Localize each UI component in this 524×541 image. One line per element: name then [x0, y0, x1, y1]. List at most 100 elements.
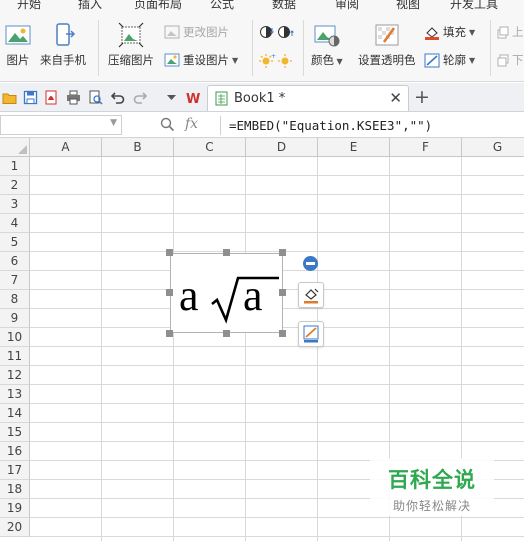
row-header[interactable]: 17 [0, 461, 30, 480]
row-header[interactable]: 7 [0, 271, 30, 290]
select-all-corner[interactable] [0, 138, 30, 157]
close-tab-icon[interactable]: ✕ [389, 89, 402, 107]
resize-handle-bottom-left[interactable] [166, 330, 173, 337]
picture-icon [5, 25, 31, 45]
redo-icon[interactable] [133, 90, 148, 105]
row-header[interactable]: 4 [0, 214, 30, 233]
ribbon-divider [252, 20, 253, 76]
tab-page-layout[interactable]: 页面布局 [134, 0, 182, 12]
column-header[interactable]: G [462, 138, 524, 157]
row-header[interactable]: 9 [0, 309, 30, 328]
customize-toolbar-chevron-icon[interactable] [164, 90, 179, 105]
resize-handle-top-right[interactable] [279, 249, 286, 256]
embedded-equation-object[interactable]: a a [170, 253, 283, 333]
row-header[interactable]: 18 [0, 480, 30, 499]
find-zoom-icon[interactable] [160, 116, 175, 133]
column-header[interactable]: C [174, 138, 246, 157]
menu-tab-bar: 开始 插入 页面布局 公式 数据 审阅 视图 开发工具 [0, 0, 524, 14]
column-header[interactable]: F [390, 138, 462, 157]
name-box[interactable]: ▼ [0, 115, 122, 135]
tab-home[interactable]: 开始 [17, 0, 41, 12]
open-folder-icon[interactable] [2, 90, 17, 105]
column-header[interactable]: D [246, 138, 318, 157]
save-icon[interactable] [23, 90, 38, 105]
undo-icon[interactable] [110, 90, 125, 105]
wps-logo-icon[interactable]: W [186, 90, 203, 105]
tab-data[interactable]: 数据 [272, 0, 296, 12]
move-up-button[interactable]: 上 [497, 24, 524, 40]
color-picture-icon [314, 25, 340, 47]
reset-picture-icon [164, 53, 180, 67]
chevron-down-icon[interactable]: ▼ [110, 118, 117, 128]
move-up-label: 上 [512, 25, 524, 39]
chevron-down-icon: ▼ [469, 55, 476, 65]
watermark-subtitle: 助你轻松解决 [392, 499, 471, 513]
outline-button[interactable]: 轮廓 ▼ [424, 52, 475, 68]
from-phone-button[interactable]: 来自手机 [40, 22, 86, 68]
export-pdf-icon[interactable] [44, 90, 59, 105]
set-transparent-button[interactable]: 设置透明色 [358, 22, 416, 68]
phone-icon [56, 23, 76, 46]
row-header[interactable]: 15 [0, 423, 30, 442]
reset-picture-label: 重设图片 [183, 53, 229, 67]
column-header[interactable]: E [318, 138, 390, 157]
svg-text:+: + [271, 53, 276, 60]
resize-handle-top-left[interactable] [166, 249, 173, 256]
tab-developer[interactable]: 开发工具 [450, 0, 498, 12]
row-header[interactable]: 1 [0, 157, 30, 176]
tab-review[interactable]: 审阅 [335, 0, 359, 12]
row-header[interactable]: 11 [0, 347, 30, 366]
spreadsheet-file-icon [215, 91, 228, 106]
print-preview-icon[interactable] [88, 90, 103, 105]
row-header[interactable]: 13 [0, 385, 30, 404]
reset-picture-button[interactable]: 重设图片 ▼ [164, 52, 238, 68]
row-header[interactable]: 8 [0, 290, 30, 309]
color-button[interactable]: 颜色 ▼ [311, 22, 343, 68]
row-header[interactable]: 20 [0, 518, 30, 537]
row-header[interactable]: 12 [0, 366, 30, 385]
move-down-button[interactable]: 下 [497, 52, 524, 68]
row-header[interactable]: 10 [0, 328, 30, 347]
new-tab-plus-icon[interactable]: + [414, 86, 430, 108]
resize-handle-bottom-right[interactable] [279, 330, 286, 337]
row-header[interactable]: 19 [0, 499, 30, 518]
column-header[interactable]: A [30, 138, 102, 157]
outline-pen-icon [424, 53, 440, 67]
row-header[interactable]: 2 [0, 176, 30, 195]
document-tab[interactable]: Book1 * ✕ [207, 85, 409, 111]
formula-bar-divider [220, 116, 221, 135]
formula-input[interactable]: =EMBED("Equation.KSEE3","") [229, 118, 432, 133]
outline-label: 轮廓 [443, 53, 466, 67]
floating-outline-button[interactable] [298, 321, 324, 347]
brightness-buttons[interactable]: + [258, 52, 296, 68]
resize-handle-bottom[interactable] [223, 330, 230, 337]
transparent-color-icon [375, 24, 399, 46]
contrast-buttons[interactable] [258, 24, 296, 40]
picture-button[interactable]: 图片 [5, 22, 31, 68]
set-transparent-label: 设置透明色 [358, 53, 416, 67]
row-header[interactable]: 6 [0, 252, 30, 271]
floating-fill-button[interactable] [298, 282, 324, 308]
row-header[interactable]: 14 [0, 404, 30, 423]
chevron-down-icon: ▼ [334, 57, 343, 66]
collapse-minus-icon[interactable] [303, 256, 318, 271]
fill-label: 填充 [443, 25, 466, 39]
row-header[interactable]: 16 [0, 442, 30, 461]
compress-picture-label: 压缩图片 [108, 53, 154, 67]
tab-insert[interactable]: 插入 [78, 0, 102, 12]
insert-function-button[interactable]: fx [185, 116, 198, 132]
fill-button[interactable]: 填充 ▼ [424, 24, 475, 40]
resize-handle-left[interactable] [166, 289, 173, 296]
row-header[interactable]: 5 [0, 233, 30, 252]
resize-handle-top[interactable] [223, 249, 230, 256]
change-picture-icon [164, 25, 180, 39]
tab-formulas[interactable]: 公式 [210, 0, 234, 12]
print-icon[interactable] [66, 90, 81, 105]
resize-handle-right[interactable] [279, 289, 286, 296]
column-header[interactable]: B [102, 138, 174, 157]
compress-picture-button[interactable]: 压缩图片 [108, 22, 154, 68]
tab-view[interactable]: 视图 [396, 0, 420, 12]
row-header[interactable]: 3 [0, 195, 30, 214]
change-picture-button[interactable]: 更改图片 [164, 24, 229, 40]
outline-pen-icon [303, 325, 319, 343]
